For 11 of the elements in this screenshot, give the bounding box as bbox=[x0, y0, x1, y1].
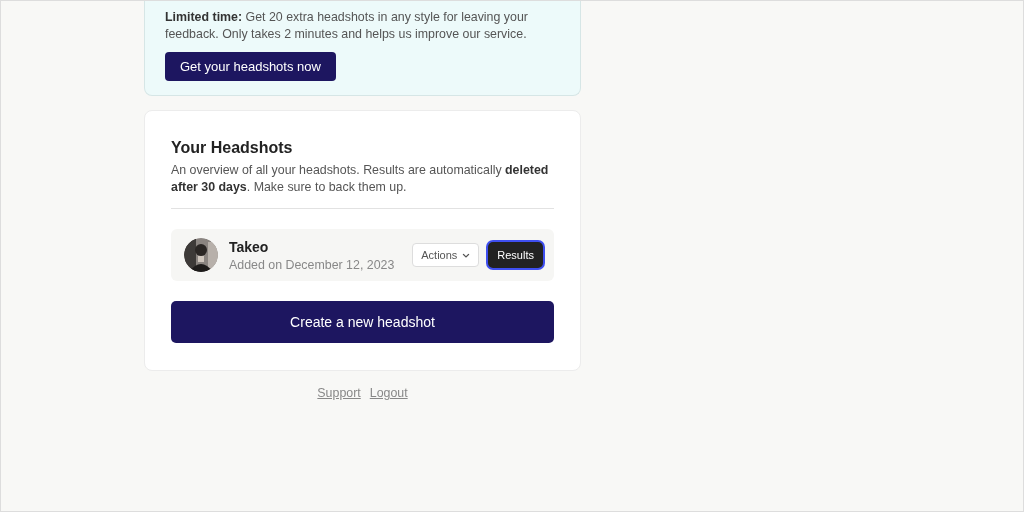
added-date: Added on December 12, 2023 bbox=[229, 257, 396, 272]
chevron-down-icon bbox=[462, 252, 471, 258]
section-title: Your Headshots bbox=[171, 139, 294, 157]
actions-dropdown[interactable]: Actions bbox=[412, 243, 480, 267]
promo-text: Limited time: Get 20 extra headshots in any style for leaving your feedback. Only takes 2 minutes and helps us improve our service. bbox=[165, 9, 529, 43]
headshot-name: Takeo bbox=[229, 238, 270, 255]
footer-link[interactable]: Logout bbox=[369, 386, 408, 400]
create-headshot-button[interactable]: Create a new headshot bbox=[171, 301, 554, 343]
section-description: An overview of all your headshots. Results are automatically deleted after 30 days. Make sure to back them up. bbox=[171, 162, 550, 196]
get-headshots-button[interactable]: Get your headshots now bbox=[165, 52, 336, 81]
footer-link[interactable]: Support bbox=[317, 386, 361, 400]
